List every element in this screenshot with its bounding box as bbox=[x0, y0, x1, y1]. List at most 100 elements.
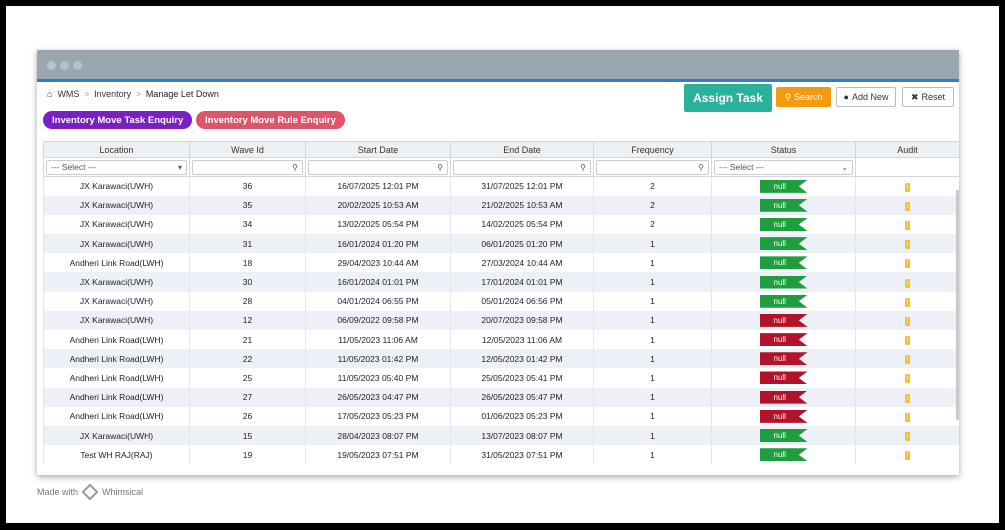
frequency-cell: 1 bbox=[593, 368, 712, 388]
info-icon[interactable]: i bbox=[905, 297, 910, 307]
window-dot-icon bbox=[73, 61, 82, 70]
breadcrumb-wms[interactable]: WMS bbox=[57, 89, 79, 99]
reset-button[interactable]: ✖ Reset bbox=[902, 87, 954, 107]
info-icon[interactable]: i bbox=[905, 240, 910, 250]
search-button[interactable]: ⚲ Search bbox=[776, 87, 831, 107]
wave-id-cell[interactable]: 27 bbox=[189, 387, 306, 407]
chevron-down-icon: ⌄ bbox=[841, 162, 848, 172]
column-header-start-date[interactable]: Start Date bbox=[305, 141, 451, 158]
audit-cell: i bbox=[855, 272, 959, 292]
table-row[interactable]: Test WH RAJ(RAJ) 19 19/05/2023 07:51 PM 31/… bbox=[43, 445, 959, 465]
location-cell: Andheri Link Road(LWH) bbox=[43, 349, 190, 369]
audit-cell: i bbox=[855, 349, 959, 369]
wave-id-cell[interactable]: 31 bbox=[189, 234, 306, 254]
audit-cell: i bbox=[855, 291, 959, 311]
info-icon[interactable]: i bbox=[905, 201, 910, 211]
table-row[interactable]: JX Karawaci(UWH) 15 28/04/2023 08:07 PM 13/… bbox=[43, 425, 959, 446]
add-new-button[interactable]: ● Add New bbox=[836, 87, 896, 107]
wave-id-cell[interactable]: 21 bbox=[189, 330, 306, 350]
info-icon[interactable]: i bbox=[905, 220, 910, 230]
audit-cell: i bbox=[855, 406, 959, 426]
info-icon[interactable]: i bbox=[905, 316, 910, 326]
info-icon[interactable]: i bbox=[905, 432, 910, 442]
wave-id-cell[interactable]: 25 bbox=[189, 368, 306, 388]
filter-row: --- Select --- ▾ ⚲ ⚲ ⚲ ⚲ --- Select --- … bbox=[43, 157, 959, 177]
end-date-cell: 12/05/2023 01:42 PM bbox=[450, 349, 594, 369]
end-date-cell: 26/05/2023 05:47 PM bbox=[450, 387, 594, 407]
column-header-location[interactable]: Location bbox=[43, 141, 190, 158]
table-row[interactable]: JX Karawaci(UWH) 34 13/02/2025 05:54 PM 14/… bbox=[43, 214, 959, 235]
wave-id-cell[interactable]: 28 bbox=[189, 291, 306, 311]
start-date-filter-input[interactable]: ⚲ bbox=[308, 159, 448, 175]
table-row[interactable]: JX Karawaci(UWH) 28 04/01/2024 06:55 PM 05/… bbox=[43, 291, 959, 311]
column-header-audit[interactable]: Audit bbox=[855, 141, 959, 158]
audit-cell: i bbox=[855, 330, 959, 350]
start-date-cell: 11/05/2023 01:42 PM bbox=[305, 349, 451, 369]
tab-inventory-move-task-enquiry[interactable]: Inventory Move Task Enquiry bbox=[43, 111, 193, 129]
breadcrumb-inventory[interactable]: Inventory bbox=[94, 89, 131, 99]
column-header-status[interactable]: Status bbox=[711, 141, 856, 158]
status-badge: null bbox=[759, 409, 808, 423]
frequency-cell: 1 bbox=[593, 445, 712, 465]
status-filter-select[interactable]: --- Select --- ⌄ bbox=[714, 159, 853, 175]
info-icon[interactable]: i bbox=[905, 412, 910, 422]
table-row[interactable]: JX Karawaci(UWH) 36 16/07/2025 12:01 PM 31/… bbox=[43, 176, 959, 196]
info-icon[interactable]: i bbox=[905, 336, 910, 346]
wave-id-cell[interactable]: 18 bbox=[189, 253, 306, 273]
wave-id-cell[interactable]: 30 bbox=[189, 272, 306, 292]
filter-frequency-cell: ⚲ bbox=[593, 157, 712, 177]
end-date-filter-input[interactable]: ⚲ bbox=[453, 159, 591, 175]
wave-id-filter-input[interactable]: ⚲ bbox=[192, 159, 303, 175]
table-header-row: Location Wave Id Start Date End Date Fre… bbox=[43, 141, 959, 158]
wave-id-cell[interactable]: 35 bbox=[189, 195, 306, 215]
table-row[interactable]: Andheri Link Road(LWH) 22 11/05/2023 01:42… bbox=[43, 349, 959, 369]
start-date-cell: 06/09/2022 09:58 PM bbox=[305, 310, 451, 330]
frequency-filter-input[interactable]: ⚲ bbox=[596, 159, 709, 175]
location-cell: JX Karawaci(UWH) bbox=[43, 272, 190, 292]
start-date-cell: 16/01/2024 01:01 PM bbox=[305, 272, 451, 292]
location-filter-select[interactable]: --- Select --- ▾ bbox=[46, 159, 187, 175]
info-icon[interactable]: i bbox=[905, 278, 910, 288]
wave-id-cell[interactable]: 12 bbox=[189, 310, 306, 330]
assign-task-button[interactable]: Assign Task bbox=[684, 84, 772, 112]
frequency-cell: 1 bbox=[593, 387, 712, 407]
table-row[interactable]: Andheri Link Road(LWH) 21 11/05/2023 11:06… bbox=[43, 330, 959, 350]
reset-button-label: Reset bbox=[921, 92, 946, 102]
status-cell: null bbox=[711, 406, 856, 426]
column-header-frequency[interactable]: Frequency bbox=[593, 141, 712, 158]
table-row[interactable]: Andheri Link Road(LWH) 18 29/04/2023 10:44… bbox=[43, 253, 959, 273]
audit-cell: i bbox=[855, 445, 959, 465]
home-icon[interactable]: ⌂ bbox=[47, 89, 52, 99]
table-row[interactable]: JX Karawaci(UWH) 12 06/09/2022 09:58 PM 20/… bbox=[43, 310, 959, 330]
info-icon[interactable]: i bbox=[905, 451, 910, 461]
column-header-wave-id[interactable]: Wave Id bbox=[189, 141, 306, 158]
table-row[interactable]: JX Karawaci(UWH) 35 20/02/2025 10:53 AM 21/… bbox=[43, 195, 959, 215]
audit-cell: i bbox=[855, 387, 959, 407]
wave-id-cell[interactable]: 22 bbox=[189, 349, 306, 369]
table-row[interactable]: JX Karawaci(UWH) 31 16/01/2024 01:20 PM 06/… bbox=[43, 234, 959, 254]
info-icon[interactable]: i bbox=[905, 259, 910, 269]
location-cell: Andheri Link Road(LWH) bbox=[43, 330, 190, 350]
table-row[interactable]: Andheri Link Road(LWH) 26 17/05/2023 05:23… bbox=[43, 406, 959, 426]
info-icon[interactable]: i bbox=[905, 182, 910, 192]
wave-id-cell[interactable]: 26 bbox=[189, 406, 306, 426]
status-badge: null bbox=[759, 352, 808, 366]
wave-id-cell[interactable]: 19 bbox=[189, 445, 306, 465]
info-icon[interactable]: i bbox=[905, 393, 910, 403]
wave-id-cell[interactable]: 34 bbox=[189, 214, 306, 235]
tab-inventory-move-rule-enquiry[interactable]: Inventory Move Rule Enquiry bbox=[196, 111, 345, 129]
toolbar: ⌂ WMS > Inventory > Manage Let Down Inve… bbox=[37, 82, 959, 138]
table-row[interactable]: Andheri Link Road(LWH) 25 11/05/2023 05:40… bbox=[43, 368, 959, 388]
table-row[interactable]: Andheri Link Road(LWH) 27 26/05/2023 04:47… bbox=[43, 387, 959, 407]
wave-id-cell[interactable]: 15 bbox=[189, 425, 306, 446]
status-badge: null bbox=[759, 429, 808, 443]
table-row[interactable]: JX Karawaci(UWH) 30 16/01/2024 01:01 PM 17/… bbox=[43, 272, 959, 292]
frequency-cell: 1 bbox=[593, 310, 712, 330]
info-icon[interactable]: i bbox=[905, 374, 910, 384]
wave-id-cell[interactable]: 36 bbox=[189, 176, 306, 196]
column-header-end-date[interactable]: End Date bbox=[450, 141, 594, 158]
table-scrollbar[interactable] bbox=[956, 190, 959, 420]
status-filter-value: --- Select --- bbox=[719, 162, 765, 172]
info-icon[interactable]: i bbox=[905, 355, 910, 365]
frequency-cell: 1 bbox=[593, 272, 712, 292]
